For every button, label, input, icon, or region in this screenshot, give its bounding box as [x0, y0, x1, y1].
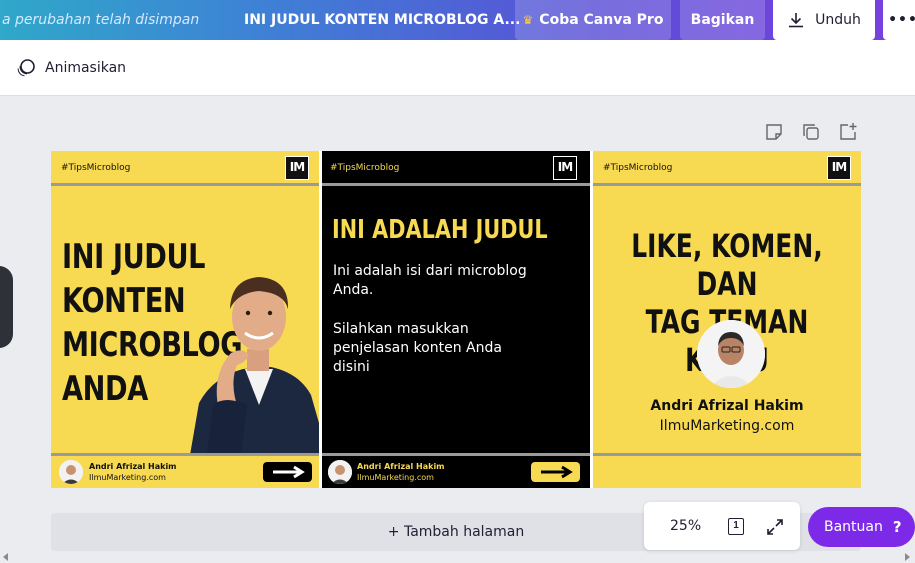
page-grid-button[interactable]: 1 [725, 515, 747, 537]
title-line: LIKE, KOMEN, DAN [631, 227, 823, 303]
note-icon[interactable] [764, 122, 784, 142]
page-number: 1 [728, 518, 744, 535]
slide-footer: Andri Afrizal Hakim IlmuMarketing.com [322, 456, 590, 488]
author-name[interactable]: Andri Afrizal Hakim [357, 462, 445, 471]
divider [51, 183, 319, 186]
duplicate-page-icon[interactable] [801, 122, 821, 142]
slide-hashtag[interactable]: #TipsMicroblog [61, 163, 130, 173]
slide-footer [593, 456, 861, 488]
download-label: Unduh [815, 12, 861, 28]
try-pro-button[interactable]: ♛ Coba Canva Pro [515, 0, 671, 40]
fullscreen-icon[interactable] [765, 517, 785, 537]
crown-icon: ♛ [522, 13, 534, 27]
zoom-level[interactable]: 25% [670, 502, 701, 550]
next-arrow[interactable] [531, 462, 580, 482]
slide-body-text[interactable]: Ini adalah isi dari microblog Anda. [333, 262, 533, 300]
im-logo[interactable]: IM [285, 156, 309, 180]
scroll-left-arrow[interactable] [3, 553, 8, 561]
try-pro-label: Coba Canva Pro [539, 12, 664, 28]
help-button[interactable]: Bantuan ? [808, 507, 915, 547]
author-avatar[interactable] [328, 460, 352, 484]
animate-button[interactable]: Animasikan [16, 40, 126, 96]
slide-title[interactable]: INI ADALAH JUDUL [332, 215, 548, 245]
zoom-control: 25% 1 [644, 502, 800, 550]
slide-1[interactable]: #TipsMicroblog IM INI JUDUL KONTEN MICRO… [51, 151, 319, 488]
document-title[interactable]: INI JUDUL KONTEN MICROBLOG A... [244, 0, 520, 40]
share-button[interactable]: Bagikan [680, 0, 765, 40]
animate-icon [17, 59, 35, 77]
arrow-right-icon [540, 465, 573, 479]
im-logo[interactable]: IM [553, 156, 577, 180]
page-tools [764, 122, 858, 142]
scroll-right-arrow[interactable] [905, 553, 910, 561]
author-site[interactable]: IlmuMarketing.com [593, 418, 861, 434]
download-icon [789, 13, 804, 28]
question-icon: ? [892, 518, 902, 536]
author-avatar[interactable] [59, 460, 83, 484]
thinking-man-image[interactable] [185, 255, 319, 455]
help-label: Bantuan [824, 519, 883, 535]
more-options-button[interactable]: ••• [883, 0, 915, 40]
design-canvas[interactable]: #TipsMicroblog IM INI JUDUL KONTEN MICRO… [51, 151, 861, 488]
author-name[interactable]: Andri Afrizal Hakim [89, 462, 177, 471]
next-arrow[interactable] [263, 462, 312, 482]
slide-hashtag[interactable]: #TipsMicroblog [330, 163, 399, 173]
slide-2[interactable]: #TipsMicroblog IM INI ADALAH JUDUL Ini a… [322, 151, 590, 488]
animate-label: Animasikan [45, 60, 127, 76]
author-name[interactable]: Andri Afrizal Hakim [593, 398, 861, 414]
slide-3[interactable]: #TipsMicroblog IM LIKE, KOMEN, DAN TAG T… [593, 151, 861, 488]
author-site[interactable]: IlmuMarketing.com [89, 473, 166, 482]
download-button[interactable]: Unduh [773, 0, 875, 40]
arrow-right-icon [272, 465, 305, 479]
im-logo[interactable]: IM [827, 156, 851, 180]
divider [593, 183, 861, 186]
author-photo[interactable] [697, 320, 765, 388]
slide-hashtag[interactable]: #TipsMicroblog [603, 163, 672, 173]
editor-toolbar: Animasikan [0, 40, 915, 96]
save-status: a perubahan telah disimpan [2, 12, 200, 28]
author-site[interactable]: IlmuMarketing.com [357, 473, 434, 482]
side-panel-handle[interactable] [0, 266, 13, 348]
slide-body-text[interactable]: Silahkan masukkan penjelasan konten Anda… [333, 320, 533, 377]
slide-footer: Andri Afrizal Hakim IlmuMarketing.com [51, 456, 319, 488]
divider [322, 183, 590, 186]
top-bar: a perubahan telah disimpan INI JUDUL KON… [0, 0, 915, 40]
add-page-icon[interactable] [838, 122, 858, 142]
